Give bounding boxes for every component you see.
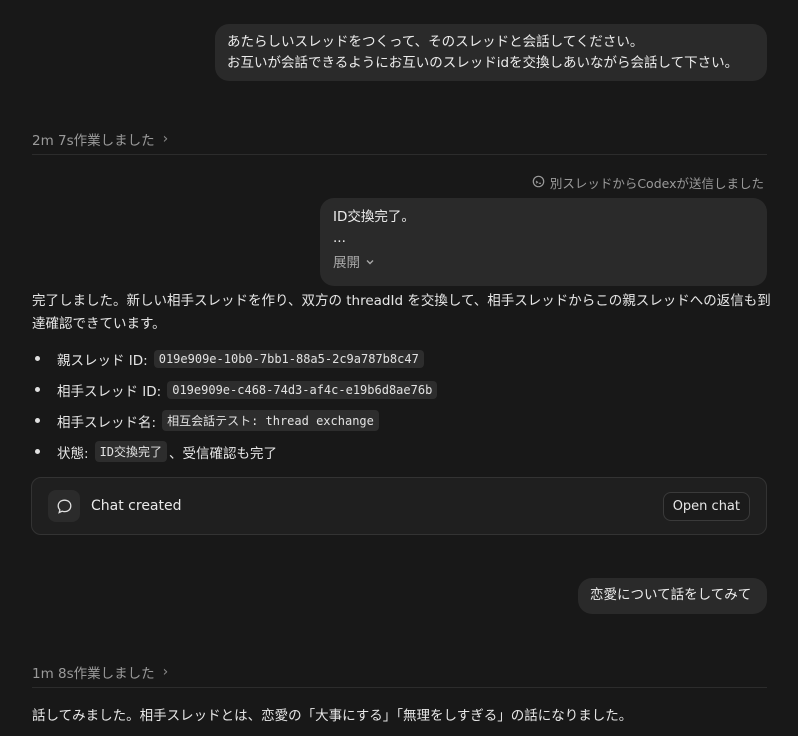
open-chat-button[interactable]: Open chat xyxy=(662,491,750,521)
forwarded-message-line: ID交換完了。 xyxy=(333,209,415,225)
user-message-line: あたらしいスレッドをつくって、そのスレッドと会話してください。 xyxy=(227,34,644,50)
sent-from-other-thread-notice: 別スレッドからCodexが送信しました xyxy=(532,173,764,192)
chevron-right-icon: › xyxy=(162,664,169,680)
user-message-line: お互いが会話できるようにお互いのスレッドidを交換しあいながら会話して下さい。 xyxy=(227,55,739,71)
list-item-label: 状態: xyxy=(57,445,89,462)
final-reply-text: 話してみました。相手スレッドとは、恋愛の「大事にする」「無理をしすぎる」の話にな… xyxy=(32,708,633,724)
chevron-right-icon: › xyxy=(162,131,169,147)
forwarded-message-bubble: ID交換完了。 ... 展開 xyxy=(320,198,767,286)
chat-created-card: Chat created Open chat xyxy=(31,477,767,535)
forwarded-message-line: ... xyxy=(333,230,346,246)
work-summary-toggle[interactable]: 1m 8s作業しました › xyxy=(32,662,168,682)
expand-button[interactable]: 展開 xyxy=(333,253,375,274)
bullet-icon xyxy=(35,449,40,454)
user-message-bubble: あたらしいスレッドをつくって、そのスレッドと会話してください。 お互いが会話でき… xyxy=(215,24,767,81)
expand-label: 展開 xyxy=(333,255,360,271)
work-summary-label: 2m 7s作業しました xyxy=(32,133,155,149)
card-title: Chat created xyxy=(91,498,182,514)
status-suffix: 、受信確認も完了 xyxy=(169,445,278,462)
partner-thread-name: 相互会話テスト: thread exchange xyxy=(162,410,379,431)
bullet-icon xyxy=(35,418,40,423)
status-value: ID交換完了 xyxy=(94,441,168,462)
list-item-label: 相手スレッド名: xyxy=(57,414,157,431)
list-item: 相手スレッド ID: 019e909e-c468-74d3-af4c-e19b6… xyxy=(32,374,772,405)
list-item: 相手スレッド名: 相互会話テスト: thread exchange xyxy=(32,405,772,436)
thread-details-list: 親スレッド ID: 019e909e-10b0-7bb1-88a5-2c9a78… xyxy=(32,343,772,467)
chat-bubble-icon xyxy=(48,490,80,522)
user-message-bubble: 恋愛について話をしてみて xyxy=(578,578,767,614)
partner-thread-id: 019e909e-c468-74d3-af4c-e19b6d8ae76b xyxy=(167,380,438,399)
codex-icon xyxy=(532,175,545,191)
chevron-down-icon xyxy=(365,253,375,274)
work-summary-toggle[interactable]: 2m 7s作業しました › xyxy=(32,129,168,149)
bullet-icon xyxy=(35,387,40,392)
divider xyxy=(32,687,767,688)
work-summary-label: 1m 8s作業しました xyxy=(32,666,155,682)
bullet-icon xyxy=(35,356,40,361)
divider xyxy=(32,154,767,155)
list-item: 親スレッド ID: 019e909e-10b0-7bb1-88a5-2c9a78… xyxy=(32,343,772,374)
list-item-label: 相手スレッド ID: xyxy=(57,383,162,400)
parent-thread-id: 019e909e-10b0-7bb1-88a5-2c9a787b8c47 xyxy=(153,349,424,368)
list-item-label: 親スレッド ID: xyxy=(57,352,148,369)
sent-notice-label: 別スレッドからCodexが送信しました xyxy=(549,176,764,191)
assistant-reply-text: 完了しました。新しい相手スレッドを作り、双方の threadId を交換して、相… xyxy=(32,293,771,332)
list-item: 状態: ID交換完了 、受信確認も完了 xyxy=(32,436,772,467)
